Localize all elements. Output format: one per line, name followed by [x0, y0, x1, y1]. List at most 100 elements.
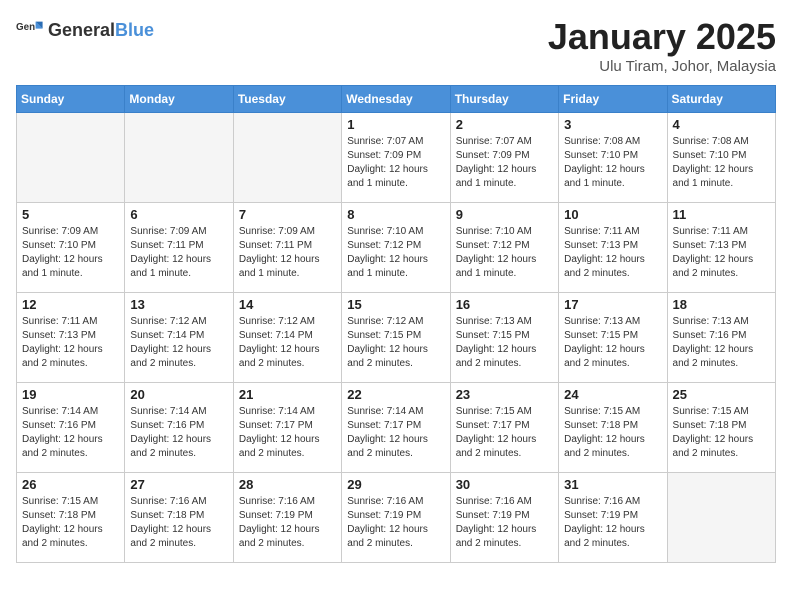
day-number: 18: [673, 297, 770, 312]
logo: Gen GeneralBlue: [16, 16, 154, 44]
calendar-cell: 25Sunrise: 7:15 AMSunset: 7:18 PMDayligh…: [667, 383, 775, 473]
day-info: Sunrise: 7:16 AMSunset: 7:18 PMDaylight:…: [130, 495, 227, 551]
day-info: Sunrise: 7:12 AMSunset: 7:15 PMDaylight:…: [347, 315, 444, 371]
calendar-cell: [233, 113, 341, 203]
calendar-cell: 17Sunrise: 7:13 AMSunset: 7:15 PMDayligh…: [559, 293, 667, 383]
day-info: Sunrise: 7:13 AMSunset: 7:15 PMDaylight:…: [456, 315, 553, 371]
calendar-cell: 6 Sunrise: 7:09 AMSunset: 7:11 PMDaylight…: [125, 203, 233, 293]
calendar-week-1: 1 Sunrise: 7:07 AMSunset: 7:09 PMDaylight…: [17, 113, 776, 203]
calendar-cell: 12Sunrise: 7:11 AMSunset: 7:13 PMDayligh…: [17, 293, 125, 383]
day-info: Sunrise: 7:08 AMSunset: 7:10 PMDaylight:…: [564, 135, 661, 191]
calendar-cell: [125, 113, 233, 203]
day-info: Sunrise: 7:16 AMSunset: 7:19 PMDaylight:…: [456, 495, 553, 551]
day-info: Sunrise: 7:16 AMSunset: 7:19 PMDaylight:…: [564, 495, 661, 551]
day-info: Sunrise: 7:11 AMSunset: 7:13 PMDaylight:…: [673, 225, 770, 281]
day-info: Sunrise: 7:15 AMSunset: 7:18 PMDaylight:…: [22, 495, 119, 551]
day-info: Sunrise: 7:15 AMSunset: 7:17 PMDaylight:…: [456, 405, 553, 461]
day-number: 31: [564, 477, 661, 492]
weekday-header-wednesday: Wednesday: [342, 86, 450, 113]
calendar-cell: 13 Sunrise: 7:12 AMSunset: 7:14 PMDayligh…: [125, 293, 233, 383]
logo-general: General: [48, 20, 115, 41]
calendar-cell: 7 Sunrise: 7:09 AMSunset: 7:11 PMDaylight…: [233, 203, 341, 293]
day-info: Sunrise: 7:16 AMSunset: 7:19 PMDaylight:…: [347, 495, 444, 551]
calendar-cell: 3Sunrise: 7:08 AMSunset: 7:10 PMDaylight…: [559, 113, 667, 203]
calendar-cell: 28 Sunrise: 7:16 AMSunset: 7:19 PMDayligh…: [233, 473, 341, 563]
calendar-cell: 21 Sunrise: 7:14 AMSunset: 7:17 PMDayligh…: [233, 383, 341, 473]
day-number: 1: [347, 117, 444, 132]
day-number: 22: [347, 387, 444, 402]
day-number: 5: [22, 207, 119, 222]
day-info: Sunrise: 7:14 AMSunset: 7:16 PMDaylight:…: [130, 405, 227, 461]
calendar-week-4: 19 Sunrise: 7:14 AMSunset: 7:16 PMDayligh…: [17, 383, 776, 473]
day-number: 23: [456, 387, 553, 402]
day-info: Sunrise: 7:12 AMSunset: 7:14 PMDaylight:…: [130, 315, 227, 371]
day-number: 30: [456, 477, 553, 492]
day-info: Sunrise: 7:12 AMSunset: 7:14 PMDaylight:…: [239, 315, 336, 371]
calendar-cell: 22 Sunrise: 7:14 AMSunset: 7:17 PMDayligh…: [342, 383, 450, 473]
day-info: Sunrise: 7:11 AMSunset: 7:13 PMDaylight:…: [564, 225, 661, 281]
day-number: 14: [239, 297, 336, 312]
weekday-header-thursday: Thursday: [450, 86, 558, 113]
calendar-cell: 5 Sunrise: 7:09 AMSunset: 7:10 PMDaylight…: [17, 203, 125, 293]
day-number: 28: [239, 477, 336, 492]
day-info: Sunrise: 7:13 AMSunset: 7:15 PMDaylight:…: [564, 315, 661, 371]
calendar-cell: 27Sunrise: 7:16 AMSunset: 7:18 PMDayligh…: [125, 473, 233, 563]
day-number: 21: [239, 387, 336, 402]
day-number: 20: [130, 387, 227, 402]
day-number: 9: [456, 207, 553, 222]
day-info: Sunrise: 7:08 AMSunset: 7:10 PMDaylight:…: [673, 135, 770, 191]
weekday-header-saturday: Saturday: [667, 86, 775, 113]
logo-blue: Blue: [115, 20, 154, 41]
day-info: Sunrise: 7:09 AMSunset: 7:11 PMDaylight:…: [239, 225, 336, 281]
day-number: 11: [673, 207, 770, 222]
day-info: Sunrise: 7:13 AMSunset: 7:16 PMDaylight:…: [673, 315, 770, 371]
day-number: 29: [347, 477, 444, 492]
day-number: 12: [22, 297, 119, 312]
day-number: 15: [347, 297, 444, 312]
day-number: 13: [130, 297, 227, 312]
calendar-cell: 30 Sunrise: 7:16 AMSunset: 7:19 PMDayligh…: [450, 473, 558, 563]
day-number: 7: [239, 207, 336, 222]
day-number: 26: [22, 477, 119, 492]
day-number: 19: [22, 387, 119, 402]
calendar-cell: 1 Sunrise: 7:07 AMSunset: 7:09 PMDaylight…: [342, 113, 450, 203]
calendar-cell: 18 Sunrise: 7:13 AMSunset: 7:16 PMDayligh…: [667, 293, 775, 383]
calendar-cell: 23 Sunrise: 7:15 AMSunset: 7:17 PMDayligh…: [450, 383, 558, 473]
month-title: January 2025: [548, 16, 776, 58]
calendar-cell: [667, 473, 775, 563]
weekday-header-tuesday: Tuesday: [233, 86, 341, 113]
weekday-header-friday: Friday: [559, 86, 667, 113]
day-number: 10: [564, 207, 661, 222]
day-number: 4: [673, 117, 770, 132]
day-info: Sunrise: 7:09 AMSunset: 7:11 PMDaylight:…: [130, 225, 227, 281]
day-info: Sunrise: 7:10 AMSunset: 7:12 PMDaylight:…: [347, 225, 444, 281]
day-number: 25: [673, 387, 770, 402]
calendar-cell: 29 Sunrise: 7:16 AMSunset: 7:19 PMDayligh…: [342, 473, 450, 563]
title-block: January 2025 Ulu Tiram, Johor, Malaysia: [548, 16, 776, 75]
calendar-cell: 9Sunrise: 7:10 AMSunset: 7:12 PMDaylight…: [450, 203, 558, 293]
day-number: 6: [130, 207, 227, 222]
calendar-week-3: 12Sunrise: 7:11 AMSunset: 7:13 PMDayligh…: [17, 293, 776, 383]
calendar-cell: 31 Sunrise: 7:16 AMSunset: 7:19 PMDayligh…: [559, 473, 667, 563]
calendar-cell: [17, 113, 125, 203]
logo-icon: Gen: [16, 16, 44, 44]
calendar-week-2: 5 Sunrise: 7:09 AMSunset: 7:10 PMDaylight…: [17, 203, 776, 293]
calendar-cell: 8Sunrise: 7:10 AMSunset: 7:12 PMDaylight…: [342, 203, 450, 293]
day-info: Sunrise: 7:07 AMSunset: 7:09 PMDaylight:…: [347, 135, 444, 191]
calendar-cell: 26 Sunrise: 7:15 AMSunset: 7:18 PMDayligh…: [17, 473, 125, 563]
day-number: 2: [456, 117, 553, 132]
calendar-cell: 19 Sunrise: 7:14 AMSunset: 7:16 PMDayligh…: [17, 383, 125, 473]
calendar-cell: 4 Sunrise: 7:08 AMSunset: 7:10 PMDaylight…: [667, 113, 775, 203]
day-info: Sunrise: 7:09 AMSunset: 7:10 PMDaylight:…: [22, 225, 119, 281]
calendar-cell: 16Sunrise: 7:13 AMSunset: 7:15 PMDayligh…: [450, 293, 558, 383]
calendar-week-5: 26 Sunrise: 7:15 AMSunset: 7:18 PMDayligh…: [17, 473, 776, 563]
calendar-cell: 10 Sunrise: 7:11 AMSunset: 7:13 PMDayligh…: [559, 203, 667, 293]
day-info: Sunrise: 7:14 AMSunset: 7:16 PMDaylight:…: [22, 405, 119, 461]
day-info: Sunrise: 7:14 AMSunset: 7:17 PMDaylight:…: [347, 405, 444, 461]
day-info: Sunrise: 7:15 AMSunset: 7:18 PMDaylight:…: [564, 405, 661, 461]
svg-text:Gen: Gen: [16, 22, 35, 33]
calendar-header-row: SundayMondayTuesdayWednesdayThursdayFrid…: [17, 86, 776, 113]
day-info: Sunrise: 7:14 AMSunset: 7:17 PMDaylight:…: [239, 405, 336, 461]
day-info: Sunrise: 7:16 AMSunset: 7:19 PMDaylight:…: [239, 495, 336, 551]
weekday-header-monday: Monday: [125, 86, 233, 113]
